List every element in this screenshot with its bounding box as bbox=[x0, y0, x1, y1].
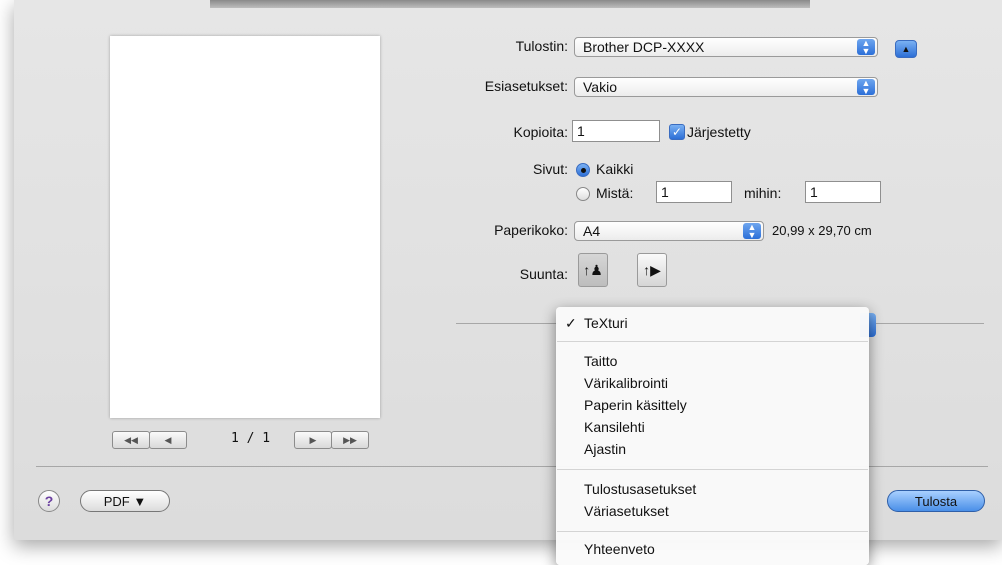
section-separator bbox=[456, 323, 558, 324]
menu-separator bbox=[557, 531, 868, 532]
orientation-label: Suunta: bbox=[519, 266, 568, 282]
section-separator bbox=[876, 323, 984, 324]
pages-all-label: Kaikki bbox=[596, 161, 634, 177]
pages-from-field[interactable]: 1 bbox=[656, 181, 732, 203]
title-bar bbox=[210, 0, 810, 8]
popup-arrows-icon: ▲ ▼ bbox=[857, 39, 875, 56]
paper-size-label: Paperikoko: bbox=[494, 222, 568, 238]
menu-item-varikalibrointi[interactable]: Värikalibrointi bbox=[584, 375, 668, 391]
printer-label: Tulostin: bbox=[515, 38, 568, 54]
collated-label: Järjestetty bbox=[687, 124, 751, 140]
pages-to-field[interactable]: 1 bbox=[805, 181, 881, 203]
paper-dimensions: 20,99 x 29,70 cm bbox=[772, 223, 872, 238]
portrait-orientation-button[interactable]: ↑♟ bbox=[578, 253, 608, 287]
pages-all-radio[interactable] bbox=[576, 163, 590, 177]
portrait-icon: ↑♟ bbox=[583, 261, 603, 278]
page-count: 1 / 1 bbox=[231, 431, 271, 446]
menu-item-kansilehti[interactable]: Kansilehti bbox=[584, 419, 645, 435]
paper-size-value: A4 bbox=[583, 223, 601, 239]
pages-to-label: mihin: bbox=[744, 185, 782, 201]
pages-range-radio[interactable] bbox=[576, 187, 590, 201]
menu-item-variasetukset[interactable]: Väriasetukset bbox=[584, 503, 669, 519]
last-page-button[interactable]: ▶▶ bbox=[331, 431, 369, 449]
presets-label: Esiasetukset: bbox=[484, 78, 568, 94]
popup-arrows-icon: ▲ ▼ bbox=[743, 223, 761, 240]
printer-select[interactable]: Brother DCP-XXXX ▲ ▼ bbox=[574, 37, 878, 57]
presets-select[interactable]: Vakio ▲ ▼ bbox=[574, 77, 878, 97]
menu-separator bbox=[557, 341, 868, 342]
menu-item-ajastin[interactable]: Ajastin bbox=[584, 441, 626, 457]
menu-item-taitto[interactable]: Taitto bbox=[584, 353, 617, 369]
popup-arrows-icon: ▲ ▼ bbox=[857, 79, 875, 96]
first-page-button[interactable]: ◀◀ bbox=[112, 431, 150, 449]
preview-nav-forward: ▶ ▶▶ bbox=[294, 431, 369, 449]
print-button[interactable]: Tulosta bbox=[887, 490, 985, 512]
panel-popup-menu: ✓ TeXturi Taitto Värikalibrointi Paperin… bbox=[556, 307, 869, 565]
collated-checkbox[interactable]: ✓ bbox=[669, 124, 685, 140]
previous-page-button[interactable]: ◀ bbox=[149, 431, 187, 449]
copies-label: Kopioita: bbox=[513, 124, 568, 140]
menu-separator bbox=[557, 469, 868, 470]
preview-nav-back: ◀◀ ◀ bbox=[112, 431, 187, 449]
menu-item-tulostusasetukset[interactable]: Tulostusasetukset bbox=[584, 481, 696, 497]
pages-from-label: Mistä: bbox=[596, 185, 634, 201]
next-page-button[interactable]: ▶ bbox=[294, 431, 332, 449]
checkmark-icon: ✓ bbox=[565, 315, 577, 331]
copies-field[interactable]: 1 bbox=[572, 120, 660, 142]
pages-label: Sivut: bbox=[532, 161, 568, 177]
print-preview-page bbox=[110, 36, 380, 418]
paper-size-select[interactable]: A4 ▲ ▼ bbox=[574, 221, 764, 241]
menu-item-paperin-kasittely[interactable]: Paperin käsittely bbox=[584, 397, 687, 413]
printer-value: Brother DCP-XXXX bbox=[583, 39, 705, 55]
menu-item-yhteenveto[interactable]: Yhteenveto bbox=[584, 541, 655, 557]
landscape-orientation-button[interactable]: ↑▶ bbox=[637, 253, 667, 287]
pdf-button[interactable]: PDF ▼ bbox=[80, 490, 170, 512]
presets-value: Vakio bbox=[583, 79, 617, 95]
collapse-disclosure-button[interactable]: ▲ bbox=[895, 40, 917, 58]
landscape-icon: ↑▶ bbox=[643, 261, 661, 278]
help-button[interactable]: ? bbox=[38, 490, 60, 512]
menu-item-texturi[interactable]: TeXturi bbox=[584, 315, 628, 331]
